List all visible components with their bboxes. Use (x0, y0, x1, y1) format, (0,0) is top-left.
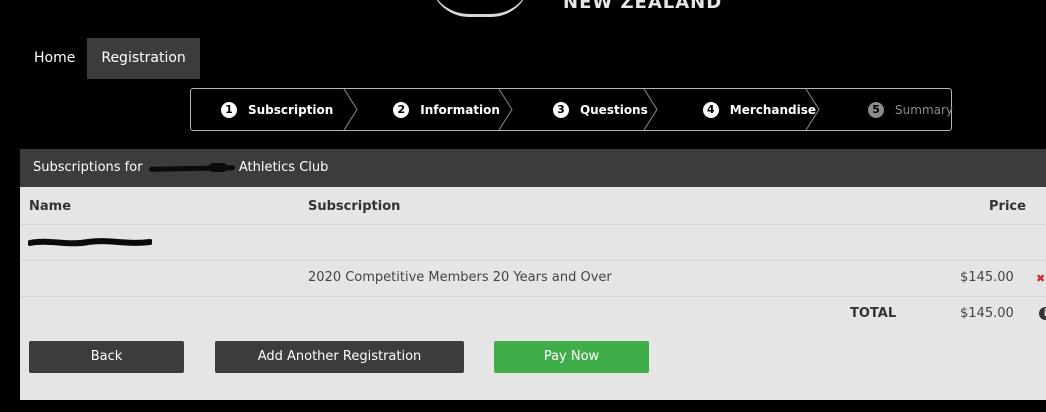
column-header-price: Price (989, 199, 1026, 214)
step-number: 3 (552, 101, 569, 118)
step-information[interactable]: 2 Information (393, 89, 500, 130)
panel-title-prefix: Subscriptions for (33, 160, 143, 175)
step-summary: 5 Summary (868, 89, 953, 130)
step-number: 2 (393, 101, 410, 118)
panel-title: Subscriptions for Athletics Club (20, 149, 1046, 187)
step-number: 5 (868, 101, 885, 118)
close-icon[interactable]: ✖ (1036, 272, 1045, 285)
step-label: Questions (579, 102, 648, 117)
step-merchandise[interactable]: 4 Merchandise (702, 89, 817, 130)
subscription-cell: 2020 Competitive Members 20 Years and Ov… (308, 270, 612, 285)
redacted-name (28, 238, 152, 247)
step-chevron-icon (643, 89, 659, 130)
step-label: Summary (895, 102, 954, 117)
table-total-row: TOTAL $145.00 i (20, 296, 1046, 332)
table-row: 2020 Competitive Members 20 Years and Ov… (20, 260, 1046, 297)
column-header-name: Name (29, 199, 72, 214)
total-value: $145.00 (960, 306, 1014, 321)
top-nav: Home Registration (22, 38, 200, 79)
panel-title-suffix: Athletics Club (238, 160, 329, 175)
step-number: 4 (702, 101, 719, 118)
logo-arc (430, 0, 530, 17)
step-number: 1 (221, 101, 237, 118)
registration-stepper: 1 Subscription 2 Information 3 Questions… (190, 88, 953, 131)
table-header-row: Name Subscription Price (20, 187, 1046, 225)
step-label: Subscription (248, 102, 334, 117)
step-chevron-icon (343, 89, 359, 130)
step-chevron-icon (805, 89, 821, 130)
table-row-member (20, 224, 1046, 261)
step-label: Information (420, 102, 500, 117)
nav-home[interactable]: Home (22, 38, 87, 79)
step-chevron-icon (498, 89, 514, 130)
total-label: TOTAL (850, 306, 897, 321)
logo-text: NEW ZEALAND (563, 0, 723, 13)
add-another-registration-button[interactable]: Add Another Registration (215, 341, 464, 373)
redacted-text (149, 162, 235, 174)
step-subscription[interactable]: 1 Subscription (221, 89, 333, 130)
info-icon[interactable]: i (1039, 307, 1046, 320)
step-questions[interactable]: 3 Questions (552, 89, 648, 130)
step-label: Merchandise (729, 102, 817, 117)
back-button[interactable]: Back (29, 341, 184, 373)
nav-registration[interactable]: Registration (87, 38, 200, 79)
price-cell: $145.00 (960, 270, 1014, 285)
column-header-subscription: Subscription (308, 199, 401, 214)
pay-now-button[interactable]: Pay Now (494, 341, 649, 373)
